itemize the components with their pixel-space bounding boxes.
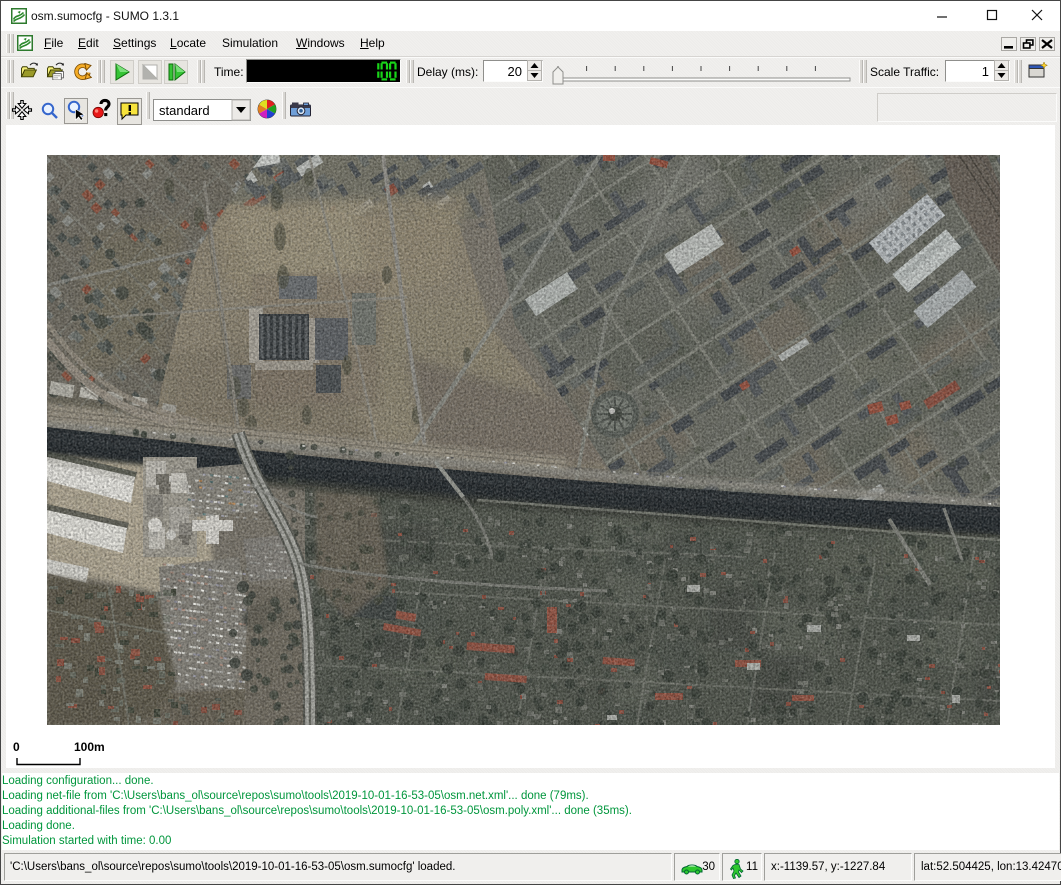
svg-text:standard: standard	[159, 103, 210, 118]
